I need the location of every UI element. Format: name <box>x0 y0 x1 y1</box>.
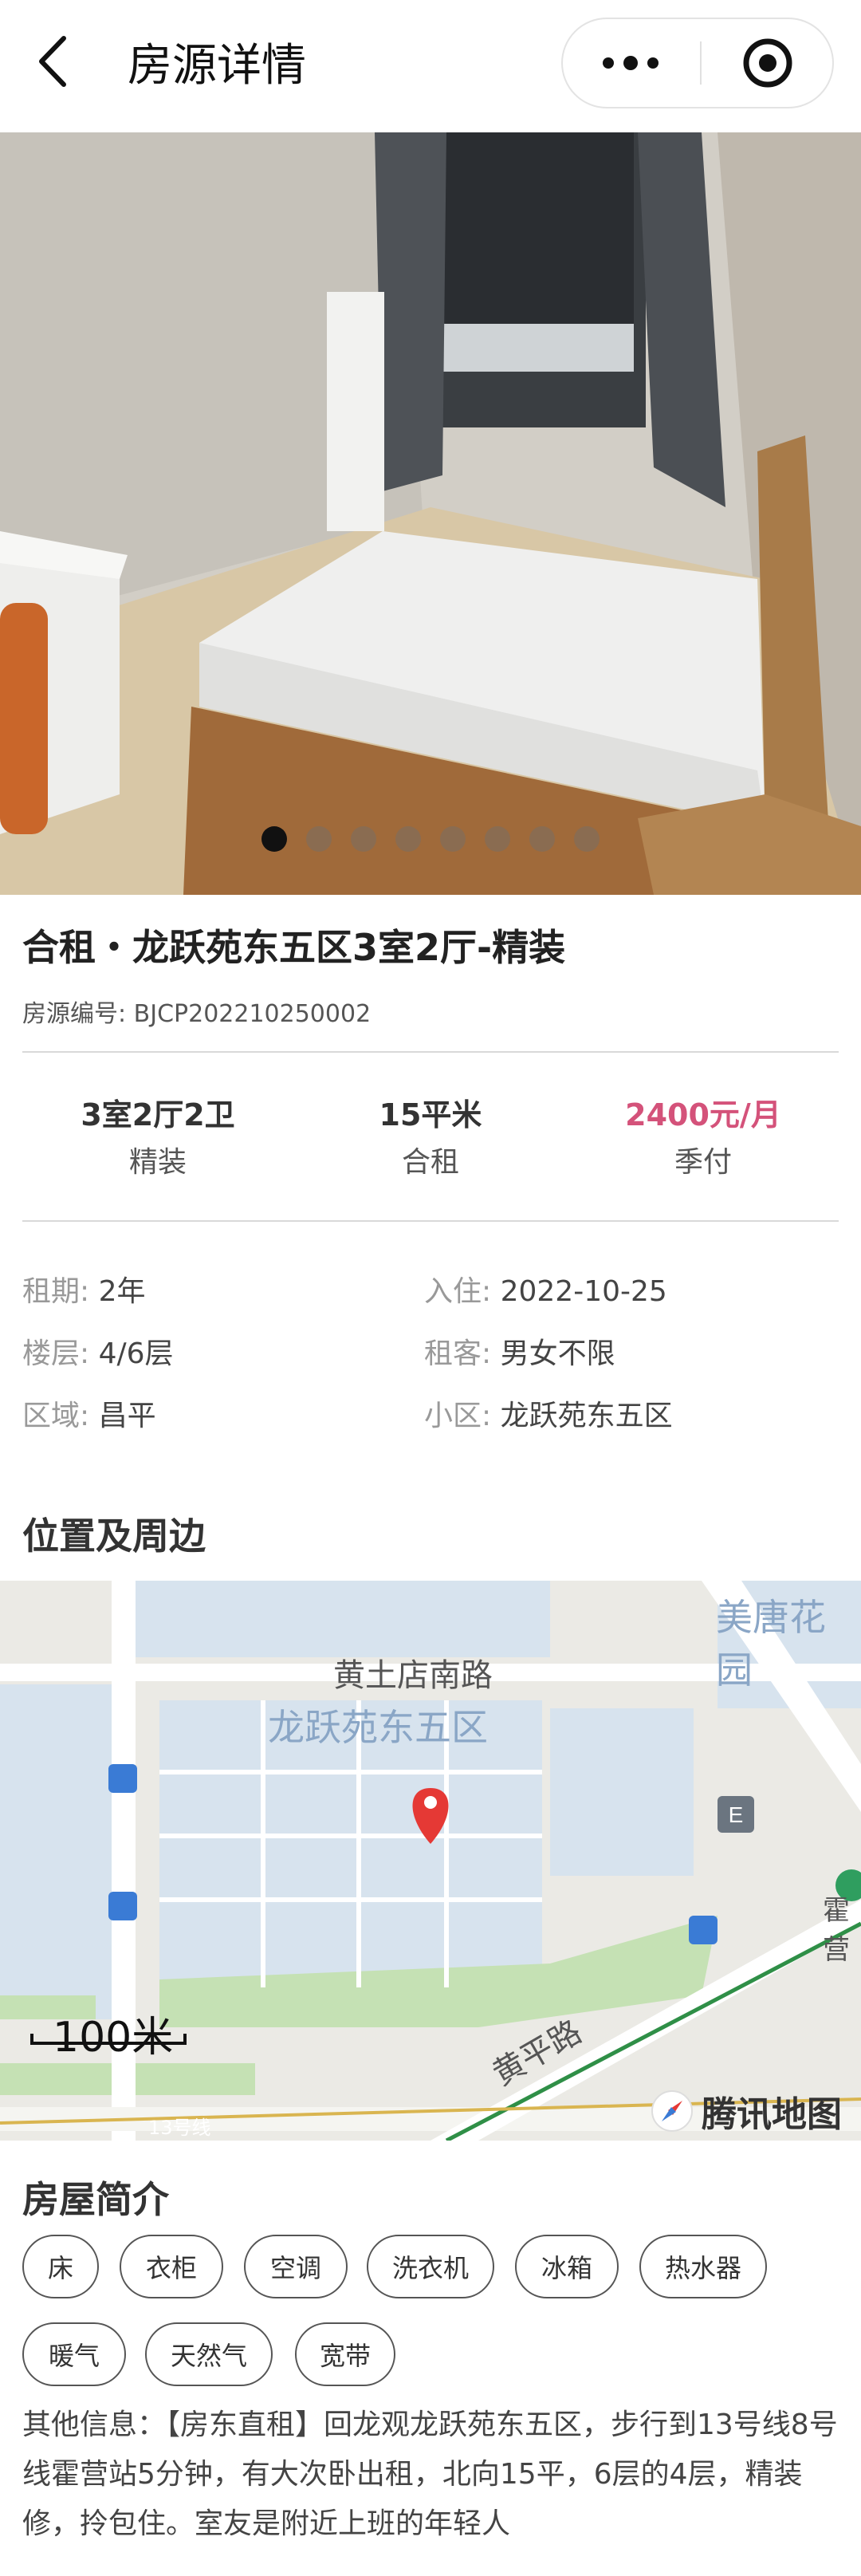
divider <box>22 1220 839 1222</box>
stat-layout: 3室2厅2卫 精装 <box>22 1094 293 1184</box>
info-key: 租客: <box>424 1337 492 1370</box>
info-value: 男女不限 <box>500 1337 615 1370</box>
info-value: 2年 <box>98 1275 146 1308</box>
info-tenant: 租客: 男女不限 <box>424 1335 615 1373</box>
info-key: 租期: <box>22 1275 90 1308</box>
amenity-tag: 暖气 <box>22 2322 126 2386</box>
stat-value-price: 2400元/月 <box>625 1097 781 1132</box>
map-label-road: 黄土店南路 <box>333 1657 493 1694</box>
amenity-tag: 空调 <box>244 2235 348 2298</box>
compass-icon <box>651 2090 693 2132</box>
amenity-tag: 衣柜 <box>120 2235 223 2298</box>
info-value: 龙跃苑东五区 <box>500 1400 673 1432</box>
amenity-tag: 天然气 <box>145 2322 273 2386</box>
info-move-in: 入住: 2022-10-25 <box>424 1273 667 1311</box>
back-button[interactable] <box>35 33 91 97</box>
map-provider-name: 腾讯地图 <box>702 2094 842 2135</box>
carousel-dot[interactable] <box>485 826 510 852</box>
info-value: 昌平 <box>98 1400 156 1432</box>
room-photo <box>0 132 861 895</box>
target-icon <box>743 38 792 88</box>
carousel-dot[interactable] <box>395 826 421 852</box>
info-value: 4/6层 <box>98 1337 174 1370</box>
photo-carousel[interactable] <box>0 132 861 895</box>
amenity-tag: 洗衣机 <box>367 2235 494 2298</box>
stat-label: 合租 <box>401 1146 459 1179</box>
map-label-community: 龙跃苑东五区 <box>268 1706 488 1749</box>
info-lease-term: 租期: 2年 <box>22 1273 146 1311</box>
map-scale: 100米 <box>53 2014 174 2062</box>
amenity-tag: 热水器 <box>639 2235 767 2298</box>
info-district: 区域: 昌平 <box>22 1397 156 1436</box>
info-key: 小区: <box>424 1400 492 1432</box>
map-label-east: 美唐花园 <box>716 1596 826 1692</box>
more-button[interactable] <box>563 19 698 107</box>
carousel-dot[interactable] <box>351 826 376 852</box>
divider <box>22 1051 839 1053</box>
chevron-left-icon <box>39 36 66 87</box>
info-key: 入住: <box>424 1275 492 1308</box>
carousel-dot[interactable] <box>440 826 466 852</box>
mini-program-capsule <box>561 18 834 108</box>
amenity-tag: 冰箱 <box>515 2235 619 2298</box>
carousel-dot[interactable] <box>261 826 287 852</box>
listing-code: 房源编号: BJCP202210250002 <box>22 1000 372 1028</box>
carousel-dot[interactable] <box>306 826 332 852</box>
map-provider-logo: 腾讯地图 <box>651 2083 842 2139</box>
stat-area: 15平米 合租 <box>295 1094 566 1184</box>
map-label-station: 霍营 <box>823 1895 850 1966</box>
map-label-line: 13号线 <box>148 2117 211 2139</box>
carousel-dot[interactable] <box>529 826 555 852</box>
listing-title: 合租・龙跃苑东五区3室2厅-精装 <box>22 926 566 969</box>
stat-value: 3室2厅2卫 <box>81 1097 235 1132</box>
carousel-dot[interactable] <box>574 826 600 852</box>
amenity-tag: 床 <box>22 2235 99 2298</box>
location-section-title: 位置及周边 <box>22 1514 206 1558</box>
info-community: 小区: 龙跃苑东五区 <box>424 1397 673 1436</box>
info-value: 2022-10-25 <box>500 1275 667 1308</box>
svg-text:E: E <box>729 1802 744 1827</box>
page-title: 房源详情 <box>128 40 306 92</box>
stat-value: 15平米 <box>379 1097 482 1132</box>
other-info-text: 其他信息：【房东直租】回龙观龙跃苑东五区，步行到13号线8号线霍营站5分钟，有大… <box>22 2409 838 2540</box>
info-floor: 楼层: 4/6层 <box>22 1335 174 1373</box>
stat-label: 季付 <box>674 1146 732 1179</box>
close-miniprogram-button[interactable] <box>702 19 834 107</box>
intro-section-title: 房屋简介 <box>22 2178 169 2221</box>
nav-header: 房源详情 <box>0 0 861 132</box>
info-key: 区域: <box>22 1400 90 1432</box>
amenity-tag: 宽带 <box>295 2322 395 2386</box>
carousel-indicator <box>0 826 861 853</box>
more-dots-icon <box>603 56 659 70</box>
info-key: 楼层: <box>22 1337 90 1370</box>
stat-label: 精装 <box>128 1146 187 1179</box>
stat-price: 2400元/月 季付 <box>568 1094 839 1184</box>
